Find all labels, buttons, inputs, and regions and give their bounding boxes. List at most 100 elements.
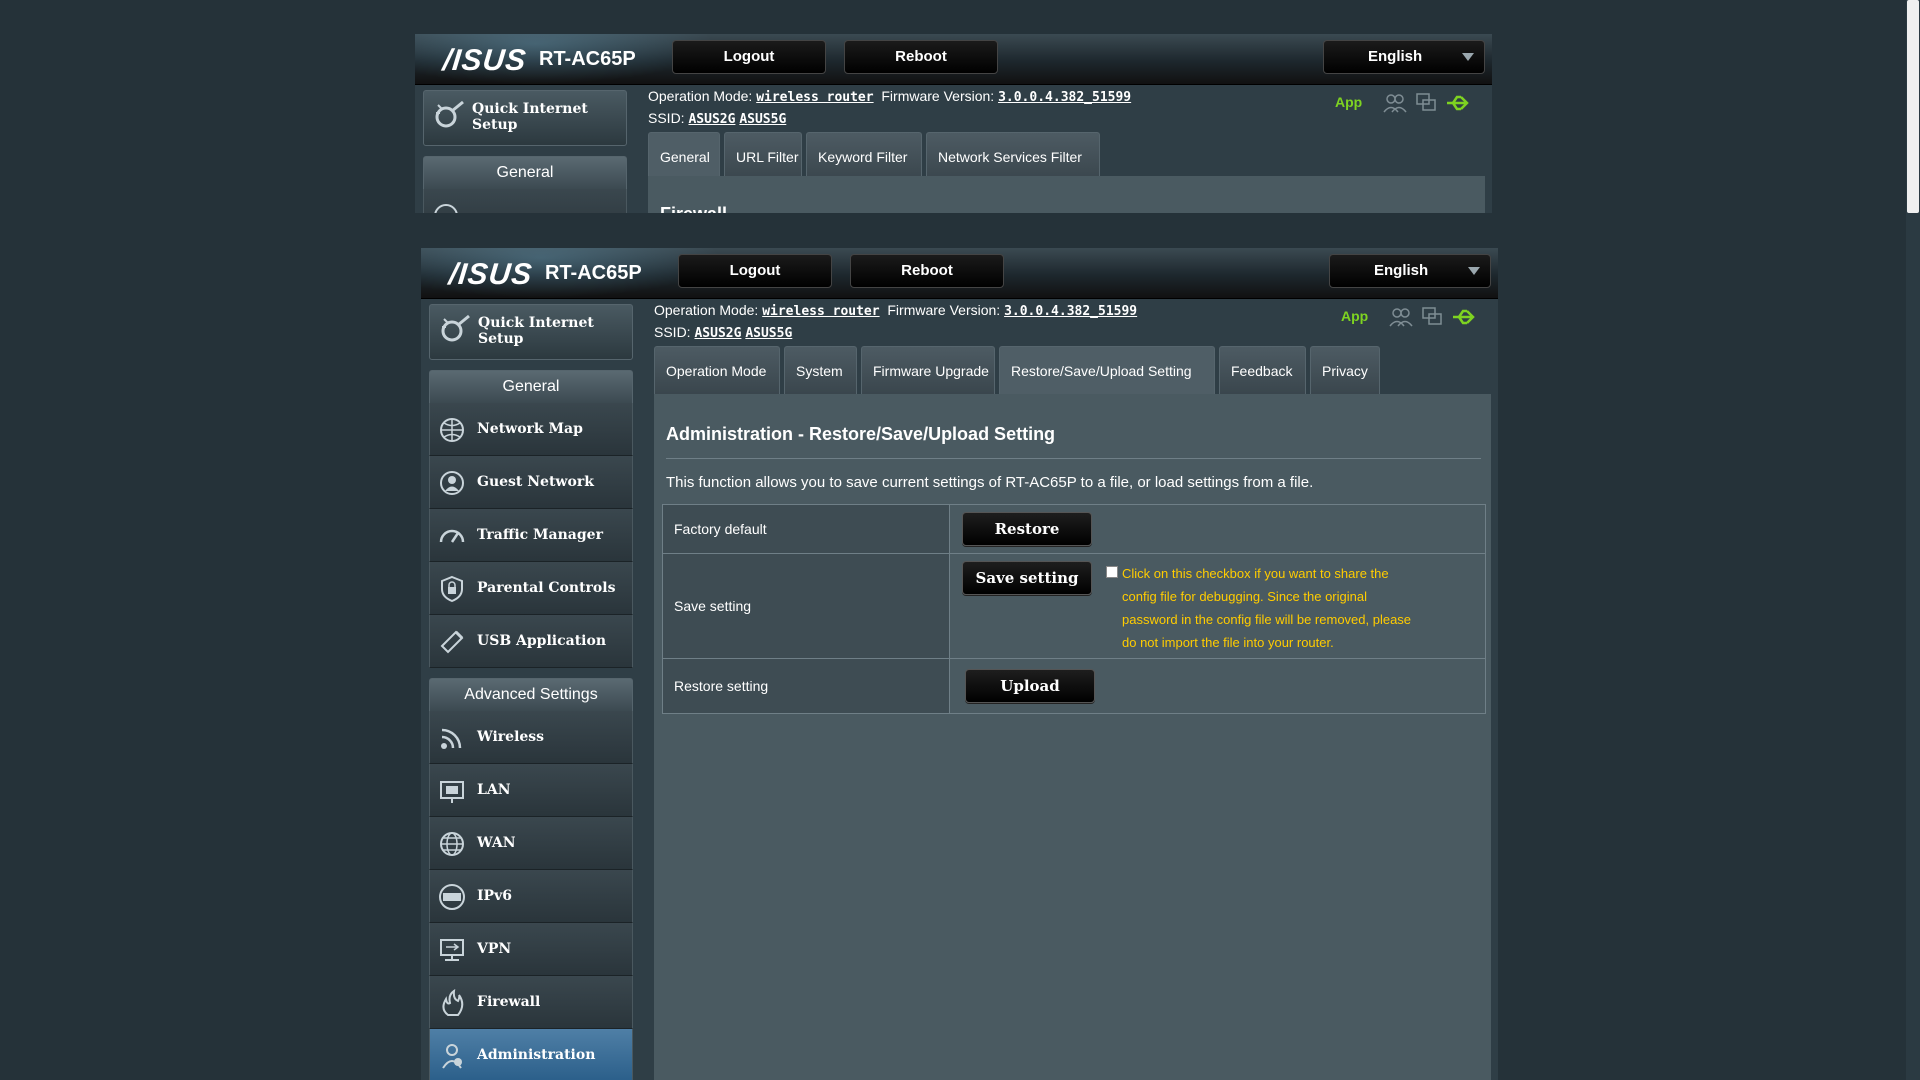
sidebar-item-label: LAN bbox=[477, 782, 511, 798]
operation-mode-link[interactable]: wireless router bbox=[762, 304, 879, 319]
network-map-icon bbox=[440, 418, 464, 442]
firmware-link[interactable]: 3.0.0.4.382_51599 bbox=[998, 90, 1131, 105]
language-value: English bbox=[1368, 48, 1423, 65]
sidebar-item-lan[interactable]: LAN bbox=[429, 764, 633, 817]
tab-operation-mode[interactable]: Operation Mode bbox=[654, 346, 780, 394]
scroll-thumb[interactable] bbox=[1907, 0, 1919, 213]
operation-mode-link[interactable]: wireless router bbox=[756, 90, 873, 105]
sidebar-item-label: Wireless bbox=[477, 729, 545, 745]
app-link[interactable]: App bbox=[1335, 94, 1362, 110]
asus-logo: /ISUS bbox=[447, 258, 535, 291]
network-map-icon bbox=[434, 204, 458, 213]
quick-internet-setup[interactable]: Quick Internet Setup bbox=[429, 304, 633, 360]
page-description: This function allows you to save current… bbox=[666, 474, 1314, 491]
language-value: English bbox=[1374, 262, 1429, 279]
debug-share-checkbox[interactable] bbox=[1106, 566, 1118, 578]
sidebar: Quick Internet Setup General Network Map… bbox=[429, 304, 633, 1080]
clients-icon[interactable] bbox=[1389, 306, 1413, 328]
ipv6-icon bbox=[439, 884, 465, 910]
status-bar: Operation Mode: wireless router Firmware… bbox=[648, 86, 1131, 130]
quick-setup-label: Quick Internet Setup bbox=[478, 315, 594, 347]
language-select[interactable]: English bbox=[1323, 40, 1485, 74]
tab-general[interactable]: General bbox=[648, 132, 720, 180]
bg-content: Firewall bbox=[648, 176, 1485, 213]
sidebar-item-firewall[interactable]: Firewall bbox=[429, 976, 633, 1029]
wan-icon bbox=[440, 832, 464, 856]
page-scrollbar[interactable] bbox=[1906, 0, 1920, 1080]
sidebar-item-label: Guest Network bbox=[477, 474, 594, 490]
row-value: Upload bbox=[950, 659, 1485, 713]
advanced-section-head: Advanced Settings bbox=[429, 678, 633, 711]
firmware-link[interactable]: 3.0.0.4.382_51599 bbox=[1004, 304, 1137, 319]
settings-table: Factory default Restore Save setting Sav… bbox=[662, 504, 1486, 714]
main-content: Administration - Restore/Save/Upload Set… bbox=[654, 394, 1491, 1080]
traffic-manager-icon bbox=[439, 529, 465, 543]
sidebar-item-network-map[interactable]: Network Map bbox=[429, 403, 633, 456]
model-name: RT-AC65P bbox=[545, 262, 642, 284]
sidebar-item-label: IPv6 bbox=[477, 888, 512, 904]
app-link[interactable]: App bbox=[1341, 308, 1368, 324]
sidebar-item-parental-controls[interactable]: Parental Controls bbox=[429, 562, 633, 615]
sidebar-item-ipv6[interactable]: IPv6 bbox=[429, 870, 633, 923]
sidebar-item-wireless[interactable]: Wireless bbox=[429, 711, 633, 764]
sidebar-item-administration[interactable]: Administration bbox=[429, 1029, 633, 1080]
tab-feedback[interactable]: Feedback bbox=[1219, 346, 1306, 394]
copy-icon[interactable] bbox=[1415, 92, 1437, 114]
tab-firmware-upgrade[interactable]: Firmware Upgrade bbox=[861, 346, 995, 394]
tab-keyword-filter[interactable]: Keyword Filter bbox=[806, 132, 922, 180]
tab-restore-save-upload[interactable]: Restore/Save/Upload Setting bbox=[999, 346, 1215, 394]
upload-button[interactable]: Upload bbox=[965, 669, 1095, 703]
logout-button[interactable]: Logout bbox=[672, 40, 826, 74]
sidebar-item-vpn[interactable]: VPN bbox=[429, 923, 633, 976]
firewall-icon bbox=[442, 989, 464, 1016]
tab-privacy[interactable]: Privacy bbox=[1310, 346, 1380, 394]
sidebar-item-label: Network Map bbox=[477, 421, 583, 437]
quick-internet-setup[interactable]: Quick Internet Setup bbox=[423, 90, 627, 146]
debug-note: Click on this checkbox if you want to sh… bbox=[1122, 566, 1412, 650]
ssid-5g-link[interactable]: ASUS5G bbox=[745, 326, 792, 341]
general-section-head: General bbox=[429, 370, 633, 403]
wand-icon bbox=[441, 314, 470, 342]
language-select[interactable]: English bbox=[1329, 254, 1491, 288]
sidebar-item-label: USB Application bbox=[477, 633, 607, 649]
ssid-2g-link[interactable]: ASUS2G bbox=[688, 112, 735, 127]
wireless-icon bbox=[441, 728, 462, 749]
ssid-label: SSID: bbox=[654, 324, 691, 340]
logout-button[interactable]: Logout bbox=[678, 254, 832, 288]
reboot-button[interactable]: Reboot bbox=[850, 254, 1004, 288]
reboot-button[interactable]: Reboot bbox=[844, 40, 998, 74]
tab-url-filter[interactable]: URL Filter bbox=[724, 132, 802, 180]
ssid-5g-link[interactable]: ASUS5G bbox=[739, 112, 786, 127]
clients-icon[interactable] bbox=[1383, 92, 1407, 114]
row-value: Restore bbox=[950, 505, 1485, 553]
sidebar-item-traffic-manager[interactable]: Traffic Manager bbox=[429, 509, 633, 562]
sidebar-item-guest-network[interactable]: Guest Network bbox=[429, 456, 633, 509]
router-window: /ISUS RT-AC65P Logout Reboot English Qui… bbox=[421, 248, 1498, 1080]
restore-button[interactable]: Restore bbox=[962, 512, 1092, 546]
usb-icon[interactable] bbox=[1451, 306, 1479, 328]
guest-network-icon bbox=[440, 471, 464, 495]
row-value: Save setting Click on this checkbox if y… bbox=[950, 554, 1485, 658]
quick-setup-label: Quick Internet Setup bbox=[472, 101, 588, 133]
page-title: Administration - Restore/Save/Upload Set… bbox=[666, 424, 1056, 444]
sidebar-item-label: Administration bbox=[477, 1047, 596, 1063]
top-bar: /ISUS RT-AC65P Logout Reboot English bbox=[415, 34, 1492, 85]
bg-content-title: Firewall bbox=[660, 204, 727, 213]
ssid-2g-link[interactable]: ASUS2G bbox=[694, 326, 741, 341]
sidebar-item-usb-application[interactable]: USB Application bbox=[429, 615, 633, 668]
administration-icon bbox=[442, 1044, 462, 1069]
operation-mode-label: Operation Mode: bbox=[654, 302, 759, 318]
usb-icon[interactable] bbox=[1445, 92, 1473, 114]
asus-logo: /ISUS bbox=[441, 44, 529, 77]
save-setting-button[interactable]: Save setting bbox=[962, 561, 1092, 595]
copy-icon[interactable] bbox=[1421, 306, 1443, 328]
table-row-restore-setting: Restore setting Upload bbox=[663, 659, 1485, 713]
tab-network-services-filter[interactable]: Network Services Filter bbox=[926, 132, 1100, 180]
lan-icon bbox=[440, 781, 464, 803]
sidebar-item-wan[interactable]: WAN bbox=[429, 817, 633, 870]
table-row-factory-default: Factory default Restore bbox=[663, 505, 1485, 554]
sidebar-item-label: Firewall bbox=[477, 994, 541, 1010]
sidebar-item-label: Traffic Manager bbox=[477, 527, 603, 543]
tab-system[interactable]: System bbox=[784, 346, 857, 394]
sidebar-item-network-map[interactable] bbox=[423, 189, 627, 213]
